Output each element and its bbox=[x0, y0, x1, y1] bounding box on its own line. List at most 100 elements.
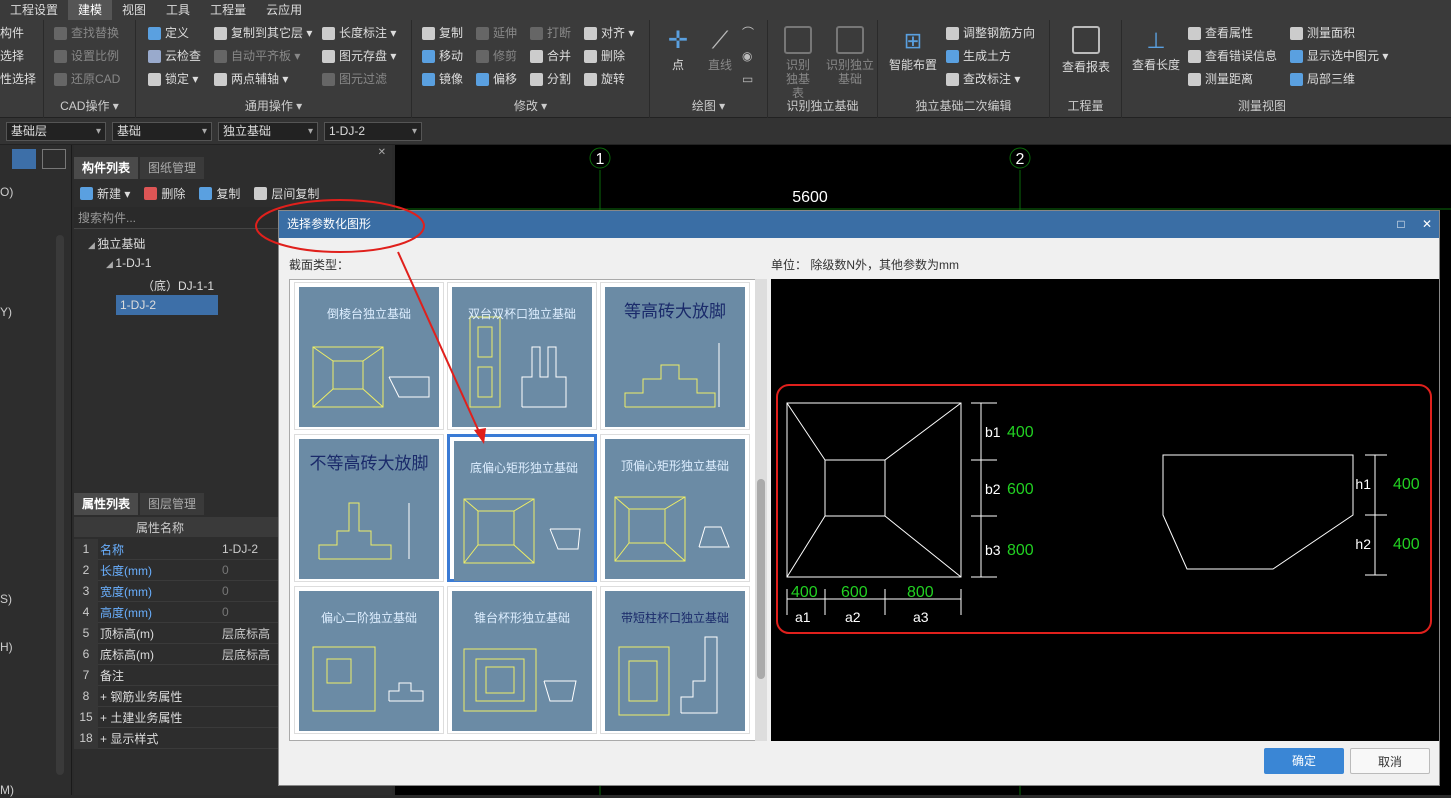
ribbon-select-by-attr[interactable]: 性选择 bbox=[0, 70, 36, 88]
maximize-icon[interactable]: □ bbox=[1389, 211, 1413, 238]
set-scale-button[interactable]: 设置比例 bbox=[54, 47, 119, 65]
a3-value: 800 bbox=[907, 584, 934, 601]
draw-group-label[interactable]: 绘图 ▾ bbox=[650, 97, 767, 114]
copy-button[interactable]: 复制 bbox=[422, 24, 463, 42]
menu-view[interactable]: 视图 bbox=[112, 0, 156, 20]
trim-button[interactable]: 修剪 bbox=[476, 47, 517, 65]
shape-option[interactable]: 偏心二阶独立基础 bbox=[294, 586, 444, 734]
shape-preview[interactable]: b1 400 b2 600 b3 800 400 600 800 a1 a2 a… bbox=[771, 279, 1439, 741]
smart-place-button[interactable]: ⊞ 智能布置 bbox=[888, 26, 938, 73]
menu-modeling[interactable]: 建模 bbox=[68, 0, 113, 20]
new-button[interactable]: 新建 ▾ bbox=[80, 185, 130, 202]
shape-option[interactable]: 带短柱杯口独立基础 bbox=[600, 586, 750, 734]
mirror-button[interactable]: 镜像 bbox=[422, 70, 463, 88]
rotate-button[interactable]: 旋转 bbox=[584, 70, 625, 88]
list-view-icon[interactable] bbox=[12, 149, 36, 169]
category-select[interactable]: 基础 bbox=[112, 122, 212, 141]
extend-button[interactable]: 延伸 bbox=[476, 24, 517, 42]
shape-option[interactable]: 顶偏心矩形独立基础 bbox=[600, 434, 750, 582]
tab-drawing-manage[interactable]: 图纸管理 bbox=[140, 157, 205, 179]
element-filter-button[interactable]: 图元过滤 bbox=[322, 70, 387, 88]
modify-group-label[interactable]: 修改 ▾ bbox=[412, 97, 649, 114]
scroll-thumb[interactable] bbox=[757, 479, 765, 679]
restore-cad-button[interactable]: 还原CAD bbox=[54, 70, 120, 88]
delete-component-label: 删除 bbox=[161, 186, 186, 201]
break-icon bbox=[530, 26, 543, 40]
tree-item-root[interactable]: ◢ 独立基础 bbox=[88, 235, 145, 252]
lock-button[interactable]: 锁定 ▾ bbox=[148, 70, 198, 88]
ribbon-select[interactable]: 选择 bbox=[0, 47, 24, 65]
view-attr-button[interactable]: 查看属性 bbox=[1188, 24, 1253, 42]
layer-copy-button[interactable]: 层间复制 bbox=[254, 185, 319, 202]
shape-option[interactable]: 倒棱台独立基础 bbox=[294, 282, 444, 430]
local-3d-button[interactable]: 局部三维 bbox=[1290, 70, 1355, 88]
tree-item-dj1-1[interactable]: （底）DJ-1-1 bbox=[142, 277, 214, 294]
adjust-rebar-label: 调整钢筋方向 bbox=[963, 26, 1036, 40]
view-errors-label: 查看错误信息 bbox=[1205, 49, 1278, 63]
tab-property-list[interactable]: 属性列表 bbox=[74, 493, 139, 515]
identify-foundation-button[interactable]: 识别独立基础 bbox=[824, 26, 876, 86]
menu-cloud[interactable]: 云应用 bbox=[256, 0, 312, 20]
length-dim-button[interactable]: 长度标注 ▾ bbox=[322, 24, 396, 42]
merge-button[interactable]: 合并 bbox=[530, 47, 571, 65]
view-errors-button[interactable]: 查看错误信息 bbox=[1188, 47, 1277, 65]
ribbon-group-measure: ⊥ 查看长度 查看属性 查看错误信息 测量距离 测量面积 显示选中图元 ▾ 局部三… bbox=[1122, 20, 1402, 118]
identify-table-button[interactable]: 识别独基表 bbox=[774, 26, 822, 100]
delete-label: 删除 bbox=[601, 49, 626, 63]
circle-tool-button[interactable]: ◉ bbox=[742, 47, 752, 65]
tab-component-list[interactable]: 构件列表 bbox=[74, 157, 139, 179]
menu-tools[interactable]: 工具 bbox=[156, 0, 200, 20]
delete-button[interactable]: 删除 bbox=[584, 47, 625, 65]
show-selected-button[interactable]: 显示选中图元 ▾ bbox=[1290, 47, 1388, 65]
auto-align-slab-button[interactable]: 自动平齐板 ▾ bbox=[214, 47, 300, 65]
cancel-button[interactable]: 取消 bbox=[1350, 748, 1430, 774]
menu-project-settings[interactable]: 工程设置 bbox=[0, 0, 68, 20]
measure-distance-button[interactable]: 测量距离 bbox=[1188, 70, 1253, 88]
extend-label: 延伸 bbox=[493, 26, 518, 40]
left-scrollbar[interactable] bbox=[56, 235, 64, 775]
line-tool-button[interactable]: ⟋ 直线 bbox=[700, 26, 740, 73]
edit-label-button[interactable]: 查改标注 ▾ bbox=[946, 70, 1020, 88]
type-select[interactable]: 独立基础 bbox=[218, 122, 318, 141]
point-tool-button[interactable]: ✛ 点 bbox=[658, 26, 698, 73]
shape-option[interactable]: 等高砖大放脚 bbox=[600, 282, 750, 430]
copy-to-layer-button[interactable]: 复制到其它层 ▾ bbox=[214, 24, 312, 42]
shape-option[interactable]: 双台双杯口独立基础 bbox=[447, 282, 597, 430]
ok-button[interactable]: 确定 bbox=[1264, 748, 1344, 774]
copy-component-button[interactable]: 复制 bbox=[199, 185, 240, 202]
cad-group-label[interactable]: CAD操作 ▾ bbox=[44, 97, 135, 114]
split-button[interactable]: 分割 bbox=[530, 70, 571, 88]
align-button[interactable]: 对齐 ▾ bbox=[584, 24, 634, 42]
arc-tool-button[interactable]: ⌒ bbox=[742, 24, 754, 42]
shape-option[interactable]: 底偏心矩形独立基础 bbox=[447, 434, 597, 582]
tab-layer-manage[interactable]: 图层管理 bbox=[140, 493, 205, 515]
break-button[interactable]: 打断 bbox=[530, 24, 571, 42]
shape-scrollbar[interactable] bbox=[755, 279, 767, 741]
shape-option[interactable]: 锥台杯形独立基础 bbox=[447, 586, 597, 734]
tree-item-dj2-selected[interactable]: 1-DJ-2 bbox=[116, 295, 218, 315]
view-report-button[interactable]: 查看报表 bbox=[1056, 26, 1116, 75]
define-button[interactable]: 定义 bbox=[148, 24, 189, 42]
adjust-rebar-button[interactable]: 调整钢筋方向 bbox=[946, 24, 1035, 42]
rect-tool-button[interactable]: ▭ bbox=[742, 70, 753, 88]
grid-view-icon[interactable] bbox=[42, 149, 66, 169]
delete-component-button[interactable]: 删除 bbox=[144, 185, 185, 202]
two-point-axis-button[interactable]: 两点辅轴 ▾ bbox=[214, 70, 288, 88]
shape-option[interactable]: 不等高砖大放脚 bbox=[294, 434, 444, 582]
view-length-button[interactable]: ⊥ 查看长度 bbox=[1128, 26, 1184, 73]
component-select[interactable]: 1-DJ-2 bbox=[324, 122, 422, 141]
measure-area-button[interactable]: 测量面积 bbox=[1290, 24, 1355, 42]
close-icon[interactable]: ✕ bbox=[1415, 211, 1439, 238]
general-group-label[interactable]: 通用操作 ▾ bbox=[136, 97, 411, 114]
ribbon-build[interactable]: 构件 bbox=[0, 24, 24, 42]
gen-earthwork-button[interactable]: 生成土方 bbox=[946, 47, 1011, 65]
save-element-button[interactable]: 图元存盘 ▾ bbox=[322, 47, 396, 65]
cloud-check-button[interactable]: 云检查 bbox=[148, 47, 201, 65]
floor-select[interactable]: 基础层 bbox=[6, 122, 106, 141]
move-button[interactable]: 移动 bbox=[422, 47, 463, 65]
close-icon[interactable]: ✕ bbox=[378, 147, 386, 158]
find-replace-button[interactable]: 查找替换 bbox=[54, 24, 119, 42]
menu-quantity[interactable]: 工程量 bbox=[200, 0, 256, 20]
tree-item-dj1[interactable]: ◢ 1-DJ-1 bbox=[106, 256, 151, 270]
offset-button[interactable]: 偏移 bbox=[476, 70, 517, 88]
